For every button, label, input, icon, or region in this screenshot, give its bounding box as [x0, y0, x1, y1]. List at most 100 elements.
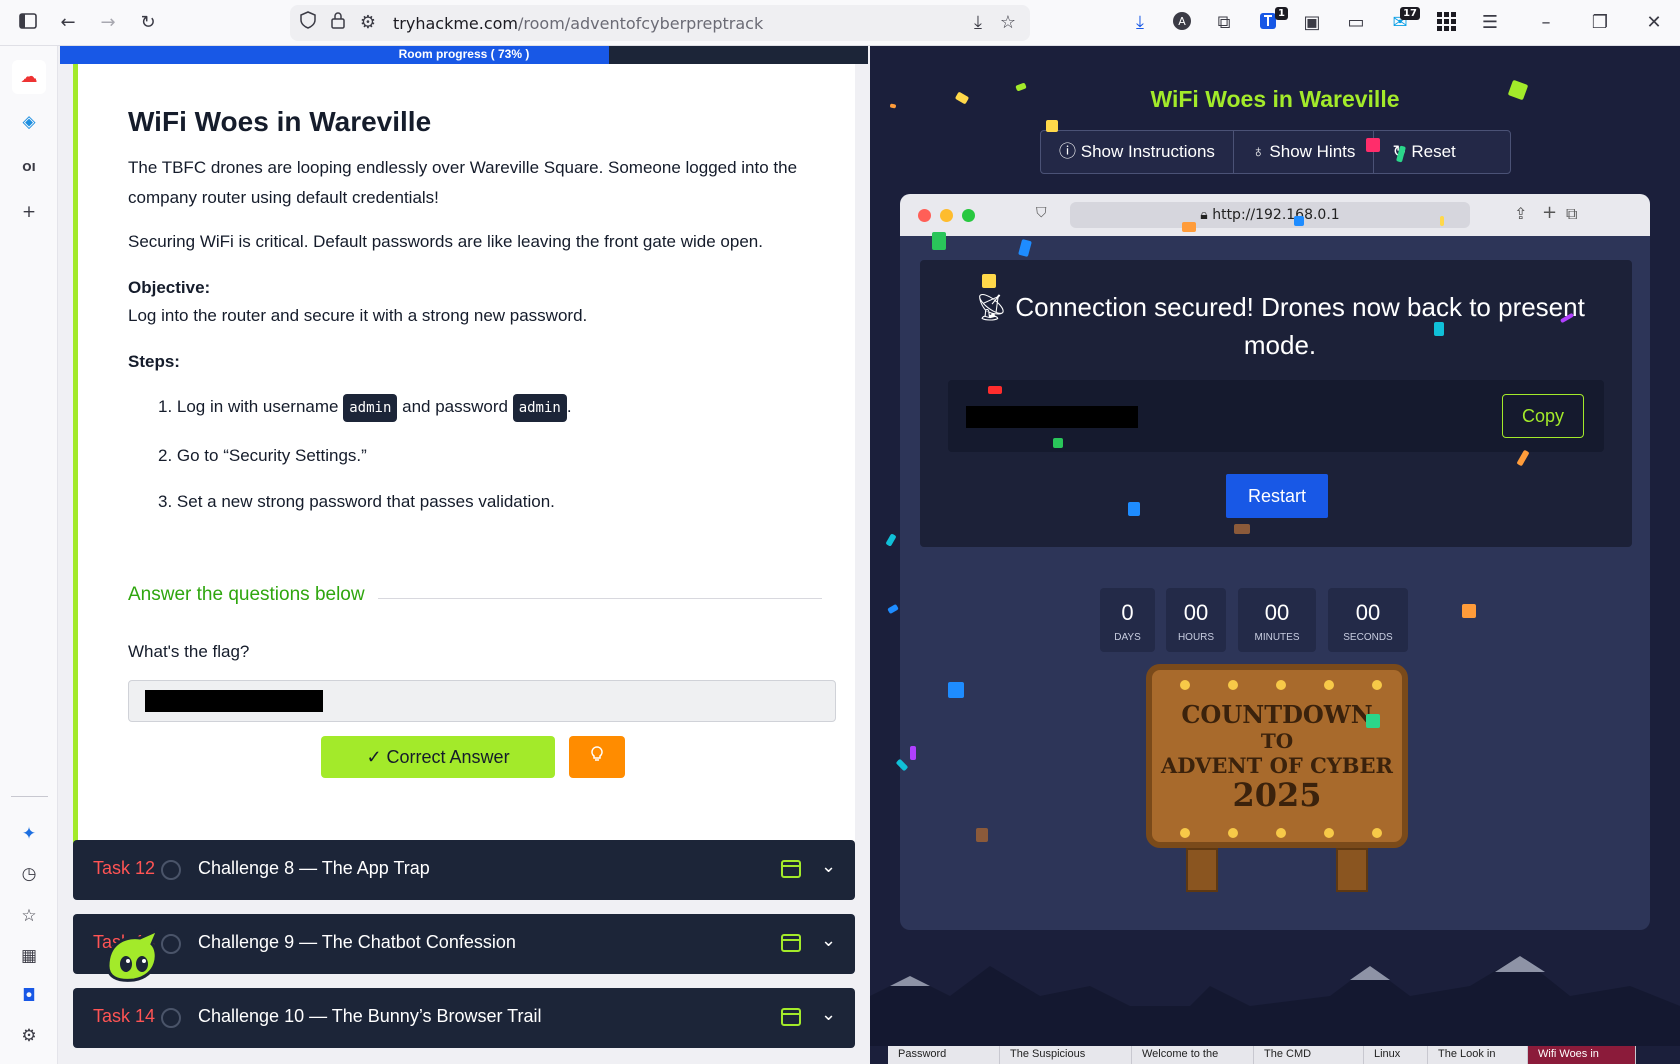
sign-post-left: [1186, 848, 1218, 892]
countdown-minutes: 00 MINUTES: [1238, 588, 1316, 652]
back-icon[interactable]: ←: [56, 11, 80, 35]
confetti-piece: [1434, 322, 1444, 336]
downloads-icon[interactable]: ⤓: [1128, 11, 1152, 35]
share-icon[interactable]: ⇪: [1514, 204, 1527, 223]
task-row-12[interactable]: Task 12 Challenge 8 — The App Trap ⌄: [73, 840, 855, 900]
snowy-village-silhouette: [870, 956, 1680, 1046]
add-panel-icon[interactable]: +: [17, 200, 41, 224]
simulated-url-bar[interactable]: 🔒︎ http://192.168.0.1: [1070, 202, 1470, 228]
objective-label: Objective:: [128, 278, 211, 297]
lightbulb-icon: ♁: [1251, 142, 1270, 161]
reset-label: Reset: [1411, 142, 1456, 161]
confetti-piece: [948, 682, 964, 698]
step-1-prefix: 1. Log in with username: [158, 397, 339, 416]
sign-line-4: 2025: [1232, 776, 1322, 814]
task-row-14[interactable]: Task 14 Challenge 10 — The Bunny’s Brows…: [73, 988, 855, 1048]
room-tab[interactable]: The Look in: [1428, 1046, 1528, 1064]
confetti-piece: [889, 103, 897, 109]
forward-icon[interactable]: →: [96, 11, 120, 35]
bookmark-star-icon[interactable]: ☆: [996, 11, 1020, 35]
tryhackme-audio-icon[interactable]: ☁: [12, 60, 46, 94]
history-icon[interactable]: ◷: [17, 862, 41, 886]
room-tabs: Password The Suspicious Welcome to the T…: [888, 1046, 1680, 1064]
site-settings-icon[interactable]: ⚙: [356, 11, 380, 35]
lightbulb-icon: [591, 746, 603, 761]
sign-bulb: [1274, 826, 1288, 840]
chevron-down-icon[interactable]: ⌄: [821, 930, 836, 951]
bookmarks-icon[interactable]: ☆: [17, 904, 41, 928]
tryhackme-mascot-icon[interactable]: [100, 926, 166, 986]
copy-button[interactable]: Copy: [1502, 394, 1584, 438]
room-progress-bar: Room progress ( 73% ): [60, 46, 868, 64]
menu-icon[interactable]: ☰: [1478, 11, 1502, 35]
simulated-url-text: http://192.168.0.1: [1212, 207, 1340, 223]
apps-grid-icon[interactable]: [1434, 11, 1458, 35]
calendar-icon: [781, 860, 801, 878]
restore-icon[interactable]: ❐: [1588, 11, 1612, 35]
close-window-icon[interactable]: ✕: [1642, 11, 1666, 35]
notifier-extension-icon[interactable]: ✉ 17: [1388, 7, 1420, 35]
url-text[interactable]: tryhackme.com/room/adventofcyberpreptrac…: [393, 14, 763, 33]
room-tab[interactable]: Linux: [1364, 1046, 1428, 1064]
correct-answer-button[interactable]: ✓ Correct Answer: [321, 736, 555, 778]
sidebar-toggle-icon[interactable]: [16, 11, 40, 35]
confetti-piece: [1294, 216, 1304, 226]
install-app-icon[interactable]: ⤓: [966, 11, 990, 35]
reset-button[interactable]: ↻ Reset: [1374, 131, 1473, 173]
room-tab[interactable]: The Suspicious: [1000, 1046, 1132, 1064]
answer-heading: Answer the questions below: [128, 584, 365, 605]
container-icon[interactable]: ▣: [1300, 11, 1324, 35]
chevron-down-icon[interactable]: ⌄: [821, 856, 836, 877]
show-instructions-button[interactable]: ⓘ Show Instructions: [1041, 131, 1234, 173]
task-number: Task 14: [93, 1006, 156, 1026]
confetti-piece: [1440, 216, 1444, 226]
calendar-icon: [781, 934, 801, 952]
confetti-piece: [932, 232, 946, 250]
ai-sparkle-icon[interactable]: ✦: [17, 822, 41, 846]
simulated-browser-bar: ⛉ 🔒︎ http://192.168.0.1 ⇪ + ⧉: [900, 194, 1650, 236]
confetti-piece: [910, 746, 916, 760]
new-tab-icon[interactable]: +: [1542, 202, 1557, 223]
countdown-hours: 00 HOURS: [1166, 588, 1226, 652]
hint-button[interactable]: [569, 736, 625, 778]
task-row-title: Challenge 10 — The Bunny’s Browser Trail: [198, 1006, 542, 1026]
apps-icon[interactable]: ▦: [17, 944, 41, 968]
reload-icon[interactable]: ↻: [136, 11, 160, 35]
room-tab[interactable]: The CMD: [1254, 1046, 1364, 1064]
confetti-piece: [1046, 120, 1058, 132]
account-icon[interactable]: A: [1170, 11, 1194, 35]
url-bar[interactable]: ⚙ tryhackme.com/room/adventofcyberpreptr…: [290, 5, 1030, 41]
room-tab[interactable]: Password: [888, 1046, 1000, 1064]
openai-icon[interactable]: OI: [17, 156, 41, 180]
shield-icon[interactable]: [296, 11, 320, 35]
restart-button[interactable]: Restart: [1226, 474, 1328, 518]
extensions-icon[interactable]: ⧉: [1212, 11, 1236, 35]
minimize-icon[interactable]: –: [1534, 11, 1558, 35]
confetti-piece: [1366, 138, 1380, 152]
reader-view-icon[interactable]: ▭: [1344, 11, 1368, 35]
room-tab-active[interactable]: Wifi Woes in: [1528, 1046, 1636, 1064]
url-path: /room/adventofcyberpreptrack: [518, 14, 764, 33]
chevron-down-icon[interactable]: ⌄: [821, 1004, 836, 1025]
sign-line-1: COUNTDOWN: [1181, 700, 1373, 729]
password-code: admin: [512, 394, 567, 422]
lock-icon[interactable]: [326, 11, 350, 35]
browser-sidebar: ☁ ◈ OI + ✦ ◷ ☆ ▦ ◘ ⚙: [0, 46, 58, 1064]
username-code: admin: [343, 394, 398, 422]
show-hints-button[interactable]: ♁ Show Hints: [1234, 131, 1375, 173]
redacted-flag: [966, 406, 1138, 428]
layers-icon[interactable]: ◈: [17, 110, 41, 134]
flag-answer-input[interactable]: [128, 680, 836, 722]
sign-line-3: ADVENT OF CYBER: [1161, 753, 1393, 778]
room-tab[interactable]: Welcome to the: [1132, 1046, 1254, 1064]
task-row-13[interactable]: Task 13 Challenge 9 — The Chatbot Confes…: [73, 914, 855, 974]
password-manager-icon[interactable]: ◘: [17, 984, 41, 1008]
countdown-label: HOURS: [1177, 632, 1215, 643]
settings-gear-icon[interactable]: ⚙: [17, 1024, 41, 1048]
sign-bulb: [1370, 678, 1384, 692]
bitwarden-extension-icon[interactable]: 1: [1256, 7, 1288, 35]
tabs-overview-icon[interactable]: ⧉: [1566, 204, 1577, 224]
countdown-value: 00: [1355, 600, 1381, 625]
task-row-title: Challenge 8 — The App Trap: [198, 858, 430, 878]
svg-text:A: A: [1178, 15, 1186, 28]
